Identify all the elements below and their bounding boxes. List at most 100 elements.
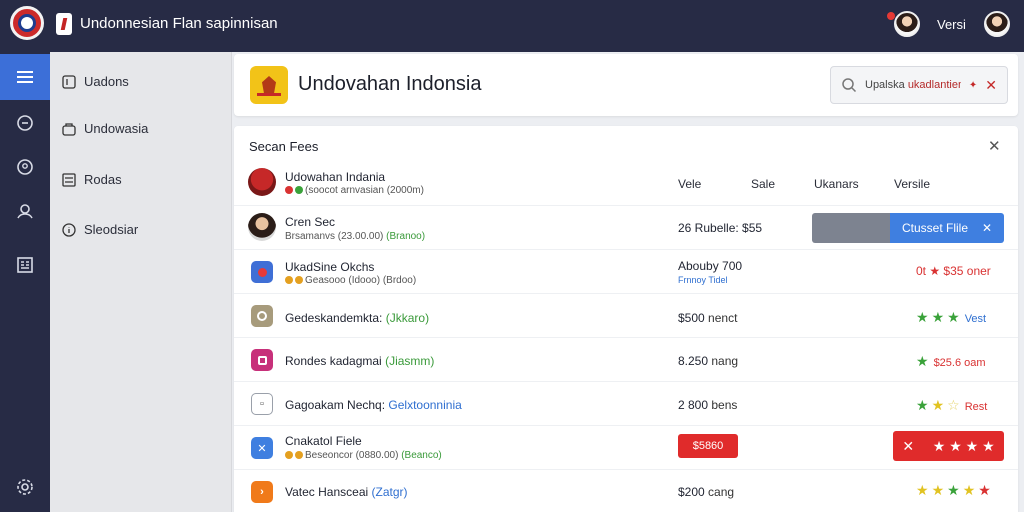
close-icon[interactable]: ✕ (985, 77, 997, 94)
settings-icon[interactable] (0, 464, 50, 510)
sidebar-item-rodas[interactable]: Rodas (62, 172, 122, 187)
status-dot (285, 186, 293, 194)
icon-rail (0, 52, 50, 512)
star-icon: ★ (931, 309, 948, 325)
row-value-unit: bens (711, 398, 738, 412)
sidebar-item-undowasia[interactable]: Undowasia (62, 121, 148, 136)
brand-badge-icon (250, 66, 288, 104)
app-logo[interactable] (10, 6, 44, 40)
user-avatar[interactable] (894, 11, 920, 37)
rating-text: Rest (964, 401, 988, 413)
column-header-ukanars[interactable]: Ukanars (814, 177, 859, 191)
location-icon[interactable] (0, 144, 50, 190)
table-row[interactable]: Rondes kadagmai (Jiasmm) 8.250 nang ★ $25… (234, 338, 1018, 382)
chat-icon[interactable] (0, 100, 50, 146)
row-value-amount: 2 800 (678, 398, 709, 412)
row-name-text: Vatec Hansceai (285, 485, 369, 499)
row-name: Cnakatol Fiele (285, 434, 362, 448)
row-value: 2 800 bens (678, 398, 737, 412)
row-tag: (Beanco) (401, 450, 442, 461)
row-value: $500 nenct (678, 311, 737, 325)
top-bar: Undonnesian Flan sapinnisan Versi (0, 0, 1024, 52)
row-sub-text: (soocot arnvasian (2000m) (305, 185, 424, 196)
row-name: Rondes kadagmai (Jiasmm) (285, 354, 434, 368)
row-sub-text: Geasooo (Idooo) (Brdoo) (305, 275, 417, 286)
action-button[interactable]: Ctusset Flile ✕ (890, 213, 1004, 243)
star-icon: ★ (978, 482, 994, 498)
star-rating[interactable]: ★ $25.6 oam (916, 353, 986, 370)
column-header-vele[interactable]: Vele (678, 177, 701, 191)
row-name: Vatec Hansceai (Zatgr) (285, 485, 408, 499)
row-name: UkadSine Okchs (285, 260, 375, 274)
rating-text: ★ ★ ★ ★ (932, 437, 995, 454)
table-row[interactable]: UkadSine Okchs Geasooo (Idooo) (Brdoo) A… (234, 250, 1018, 294)
card-title: Secan Fees (249, 139, 319, 154)
star-icon: ★ (916, 482, 932, 498)
star-icon: ★ (962, 482, 979, 498)
star-rating[interactable]: ★★★ Vest (916, 309, 986, 326)
status-dot (295, 451, 303, 459)
sidebar-item-uadons[interactable]: Uadons (62, 74, 129, 89)
row-value: Abouby 700 (678, 259, 743, 273)
search-input[interactable]: Upalska ukadlantien ✦ ✕ (830, 66, 1008, 104)
row-value-amount: $500 (678, 311, 705, 325)
avatar (248, 168, 276, 196)
row-value-sub: Frnnoy Tidel (678, 275, 728, 285)
row-value-amount: 8.250 (678, 354, 709, 368)
status-dot (285, 276, 293, 284)
status-dot (285, 451, 293, 459)
rating-text: $25.6 oam (933, 357, 986, 369)
star-rating[interactable]: ★★★★★ (916, 482, 994, 499)
action-bar[interactable]: Ctusset Flile ✕ (812, 213, 1004, 243)
star-icon: ★ (947, 482, 963, 498)
close-icon[interactable]: ✕ (988, 137, 1001, 155)
close-icon[interactable]: ✕ (982, 221, 992, 235)
box-icon (62, 74, 76, 89)
action-label: Ctusset Flile (902, 221, 969, 235)
row-sub: Brsamanvs (23.00.00) (Branoo) (285, 231, 425, 242)
star-icon: ★ (931, 397, 948, 413)
app-icon: ✕ (251, 437, 273, 459)
document-icon[interactable] (0, 242, 50, 288)
star-rating[interactable]: ★★☆ Rest (916, 397, 987, 414)
price-badge[interactable]: $5860 (678, 434, 738, 458)
row-sub: (soocot arnvasian (2000m) (285, 185, 424, 196)
app-icon: ▫ (251, 393, 273, 415)
sidebar-item-label: Rodas (84, 172, 122, 187)
profile-avatar[interactable] (984, 11, 1010, 37)
row-tag: (Jiasmm) (385, 354, 435, 368)
rating-button[interactable]: ✕ ★ ★ ★ ★ (893, 431, 1004, 461)
app-icon: › (251, 481, 273, 503)
row-name: Cren Sec (285, 215, 336, 229)
sidebar-item-sleodsiar[interactable]: Sleodsiar (62, 222, 138, 237)
sidebar-item-label: Sleodsiar (84, 222, 139, 237)
table-row[interactable]: ▫ Gagoakam Nechq: Gelxtoonninia 2 800 be… (234, 382, 1018, 426)
table-row[interactable]: Cren Sec Brsamanvs (23.00.00) (Branoo) 2… (234, 206, 1018, 250)
table-row[interactable]: ✕ Cnakatol Fiele Beseoncor (0880.00) (Be… (234, 426, 1018, 470)
search-value: ukadlantien (907, 79, 961, 91)
column-header-versile[interactable]: Versile (894, 177, 930, 191)
row-sub-text: Brsamanvs (23.00.00) (285, 231, 384, 242)
app-icon (251, 261, 273, 283)
page-title: Undovahan Indonsia (298, 73, 482, 95)
tag-icon: ✦ (968, 79, 978, 91)
bag-icon (62, 122, 76, 136)
rating-text: Vest (964, 313, 987, 325)
row-tag: Gelxtoonninia (388, 398, 462, 412)
table-row[interactable]: Gedeskandemkta: (Jkkaro) $500 nenct ★★★ V… (234, 294, 1018, 338)
user-icon[interactable] (0, 188, 50, 234)
version-label[interactable]: Versi (937, 17, 966, 32)
star-icon: ★ (947, 309, 963, 325)
star-icon: ★ (916, 397, 932, 413)
menu-icon[interactable] (0, 54, 50, 100)
status-dot (295, 186, 303, 194)
row-value-unit: nang (711, 354, 739, 368)
column-header-sale[interactable]: Sale (751, 177, 775, 191)
row-value-unit: nenct (708, 311, 738, 325)
star-icon: ★ (916, 353, 932, 369)
row-name: Udowahan Indania (285, 170, 386, 184)
row-value-unit: cang (708, 485, 735, 499)
row-name: Gedeskandemkta: (Jkkaro) (285, 311, 429, 325)
table-row[interactable]: › Vatec Hansceai (Zatgr) $200 cang ★★★★★ (234, 470, 1018, 512)
row-sub: Beseoncor (0880.00) (Beanco) (285, 450, 442, 461)
